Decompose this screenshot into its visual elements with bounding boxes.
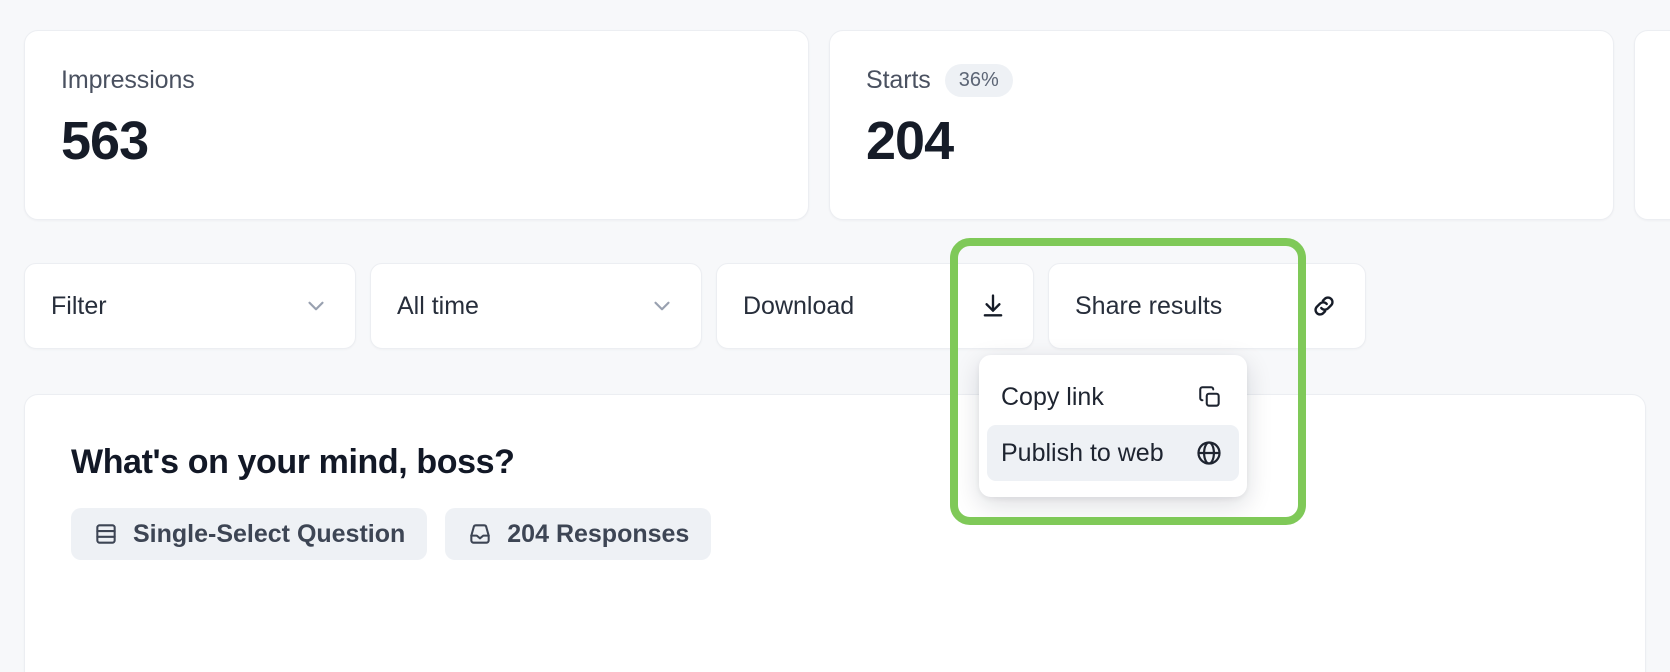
stat-card-partial-right [1634,30,1670,220]
response-count-label: 204 Responses [507,520,689,549]
question-results-card: What's on your mind, boss? Single-Select… [24,394,1646,672]
chevron-down-icon [303,293,329,319]
stat-value-starts: 204 [866,113,1577,170]
download-button[interactable]: Download [716,263,1034,349]
stat-badge-starts-percent: 36% [945,64,1013,97]
globe-icon [1195,439,1223,467]
copy-icon [1197,384,1223,410]
analytics-results-page: Impressions 563 Starts 36% 204 Filter Al… [0,0,1670,672]
stat-card-header: Impressions [61,65,772,95]
share-results-button[interactable]: Share results [1048,263,1366,349]
inbox-icon [467,521,493,547]
question-type-label: Single-Select Question [133,520,405,549]
publish-to-web-label: Publish to web [1001,439,1164,468]
rows-icon [93,521,119,547]
filter-label: Filter [51,292,107,321]
stat-card-impressions: Impressions 563 [24,30,809,220]
stat-label-impressions: Impressions [61,66,195,95]
stat-cards-row: Impressions 563 Starts 36% 204 [24,30,1670,220]
copy-link-label: Copy link [1001,383,1104,412]
menu-item-copy-link[interactable]: Copy link [987,369,1239,425]
response-count-badge: 204 Responses [445,508,711,560]
stat-card-starts: Starts 36% 204 [829,30,1614,220]
stat-value-impressions: 563 [61,113,772,170]
question-tag-row: Single-Select Question 204 Responses [71,508,1599,560]
filter-dropdown-button[interactable]: Filter [24,263,356,349]
results-toolbar: Filter All time Download [24,263,1366,349]
chevron-down-icon [649,293,675,319]
share-results-dropdown-menu: Copy link Publish to web [979,355,1247,497]
link-icon [1309,291,1339,321]
menu-item-publish-to-web[interactable]: Publish to web [987,425,1239,481]
time-range-dropdown-button[interactable]: All time [370,263,702,349]
download-label: Download [743,292,854,321]
question-type-badge: Single-Select Question [71,508,427,560]
question-title: What's on your mind, boss? [71,443,1599,482]
stat-card-header: Starts 36% [866,65,1577,95]
download-icon [979,292,1007,320]
share-results-label: Share results [1075,292,1222,321]
stat-label-starts: Starts [866,66,931,95]
time-range-label: All time [397,292,479,321]
